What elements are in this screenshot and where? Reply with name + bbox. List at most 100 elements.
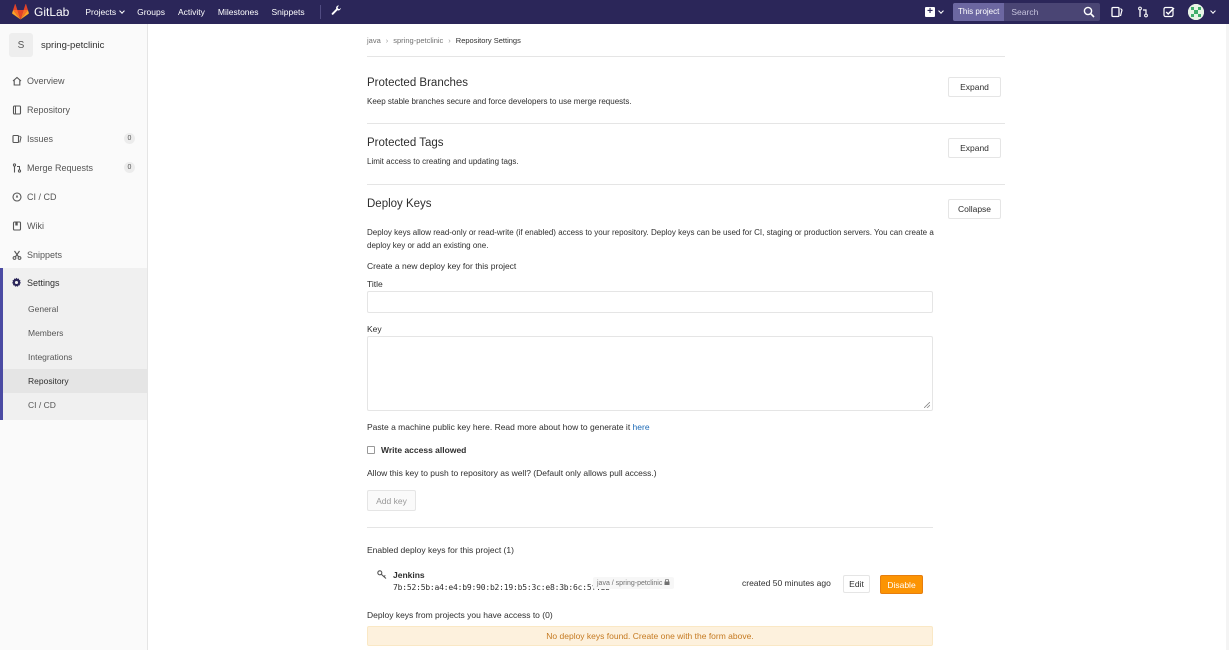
issues-count-badge: 0 (124, 133, 135, 144)
chevron-down-icon[interactable] (1210, 8, 1216, 14)
section-description: Keep stable branches secure and force de… (367, 97, 632, 106)
section-protected-tags: Protected Tags Limit access to creating … (367, 124, 1005, 185)
chevron-down-icon (938, 8, 944, 14)
main-nav-links: Projects Groups Activity Milestones Snip… (85, 7, 317, 17)
section-title: Deploy Keys (367, 198, 432, 210)
nav-divider (319, 5, 321, 19)
key-fingerprint: 7b:52:5b:a4:e4:b9:90:b2:19:b5:3c:e8:3b:6… (393, 583, 610, 592)
sidebar-item-label: Issues (27, 133, 54, 144)
divider (367, 527, 933, 528)
sidebar-item-overview[interactable]: Overview (0, 66, 147, 95)
expand-protected-tags-button[interactable]: Expand (948, 138, 1001, 158)
expand-protected-branches-button[interactable]: Expand (948, 77, 1001, 97)
section-protected-branches: Protected Branches Keep stable branches … (367, 57, 1005, 124)
generate-key-help-link[interactable]: here (633, 422, 650, 432)
key-project-badge[interactable]: java / spring-petclinic (593, 577, 675, 589)
search-input[interactable]: Search (1011, 7, 1083, 17)
sidebar-subitem-ci-cd[interactable]: CI / CD (3, 393, 147, 417)
sidebar-subitem-integrations[interactable]: Integrations (3, 345, 147, 369)
write-access-checkbox-row[interactable]: Write access allowed (367, 445, 466, 455)
search-scope-badge[interactable]: This project (953, 3, 1005, 21)
resize-handle-icon[interactable] (924, 402, 930, 408)
collapse-deploy-keys-button[interactable]: Collapse (948, 199, 1001, 219)
title-label: Title (367, 279, 383, 289)
key-created-time: created 50 minutes ago (742, 578, 831, 588)
new-dropdown[interactable]: + (925, 7, 944, 17)
sidebar-item-issues[interactable]: Issues 0 (0, 124, 147, 153)
sidebar-subitem-repository[interactable]: Repository (3, 369, 147, 393)
gitlab-logo-icon (12, 4, 29, 20)
todos-nav-icon[interactable] (1162, 5, 1176, 19)
sidebar-item-wiki[interactable]: Wiki (0, 211, 147, 240)
key-hint: Paste a machine public key here. Read mo… (367, 422, 650, 432)
nav-snippets[interactable]: Snippets (272, 7, 305, 17)
issues-nav-icon[interactable] (1110, 5, 1124, 19)
gitlab-home-link[interactable]: GitLab (12, 0, 69, 24)
merge-requests-count-badge: 0 (124, 162, 135, 173)
sidebar-item-label: Merge Requests (27, 162, 94, 173)
enabled-keys-heading: Enabled deploy keys for this project (1) (367, 545, 514, 555)
nav-groups[interactable]: Groups (137, 7, 165, 17)
write-access-checkbox[interactable] (367, 446, 375, 454)
chevron-right-icon: › (385, 35, 389, 45)
sidebar-item-label: CI / CD (27, 191, 57, 202)
sidebar-item-snippets[interactable]: Snippets (0, 240, 147, 269)
sidebar-item-label: Overview (27, 75, 65, 86)
key-icon (377, 570, 387, 581)
search-box[interactable]: This project Search (953, 3, 1100, 21)
breadcrumb-project[interactable]: spring-petclinic (393, 36, 443, 45)
sidebar-item-settings[interactable]: Settings (3, 268, 147, 297)
sidebar-subitem-general[interactable]: General (3, 297, 147, 321)
merge-requests-nav-icon[interactable] (1136, 5, 1150, 19)
sidebar-project-header[interactable]: S spring-petclinic (0, 24, 147, 66)
nav-projects-label: Projects (85, 7, 117, 17)
rocket-icon (11, 191, 22, 202)
breadcrumb-current: Repository Settings (455, 35, 521, 45)
key-label: Key (367, 324, 382, 334)
write-access-help: Allow this key to push to repository as … (367, 468, 657, 478)
gear-icon (11, 277, 22, 288)
project-avatar: S (9, 33, 33, 57)
project-name: spring-petclinic (41, 39, 105, 51)
top-navbar: GitLab Projects Groups Activity Mileston… (0, 0, 1229, 24)
breadcrumb-java[interactable]: java (367, 36, 381, 45)
nav-projects[interactable]: Projects (85, 7, 125, 17)
sidebar-item-repository[interactable]: Repository (0, 95, 147, 124)
sidebar-item-label: Settings (27, 277, 60, 288)
key-title: Jenkins (393, 570, 425, 580)
deploy-key-title-field[interactable] (367, 291, 933, 313)
chevron-right-icon: › (448, 35, 451, 45)
sidebar-subitem-members[interactable]: Members (3, 321, 147, 345)
book-icon (11, 104, 22, 115)
disable-key-button[interactable]: Disable (880, 575, 923, 594)
lock-icon (664, 578, 670, 585)
edit-key-button[interactable]: Edit (843, 575, 870, 593)
write-access-label: Write access allowed (381, 445, 467, 455)
search-icon[interactable] (1083, 6, 1095, 18)
add-key-button[interactable]: Add key (367, 490, 416, 511)
key-project-label: java / spring-petclinic (597, 580, 663, 587)
nav-activity[interactable]: Activity (178, 7, 205, 17)
nav-milestones[interactable]: Milestones (218, 7, 259, 17)
sidebar-item-ci-cd[interactable]: CI / CD (0, 182, 147, 211)
chevron-down-icon (119, 8, 125, 14)
brand-name: GitLab (34, 5, 70, 19)
section-description: Deploy keys allow read-only or read-writ… (367, 228, 934, 250)
section-deploy-keys: Deploy Keys Deploy keys allow read-only … (367, 185, 1005, 650)
sidebar-item-label: Wiki (27, 220, 44, 231)
sidebar-item-merge-requests[interactable]: Merge Requests 0 (0, 153, 147, 182)
deploy-key-row: Jenkins 7b:52:5b:a4:e4:b9:90:b2:19:b5:3c… (367, 565, 933, 597)
sidebar-item-label: Repository (27, 104, 71, 115)
accessible-keys-heading: Deploy keys from projects you have acces… (367, 610, 553, 620)
user-avatar-icon[interactable] (1188, 4, 1204, 20)
merge-request-icon (11, 162, 22, 173)
deploy-key-textarea[interactable] (367, 336, 933, 411)
key-hint-text: Paste a machine public key here. Read mo… (367, 422, 633, 432)
admin-wrench-icon[interactable] (331, 5, 341, 19)
no-deploy-keys-alert: No deploy keys found. Create one with th… (367, 626, 933, 646)
sidebar-settings-group: Settings General Members Integrations Re… (0, 268, 147, 420)
breadcrumb: java › spring-petclinic › Repository Set… (367, 24, 1005, 57)
section-description: Limit access to creating and updating ta… (367, 157, 519, 166)
project-sidebar: S spring-petclinic Overview Repository I… (0, 24, 148, 650)
plus-square-icon: + (925, 7, 935, 17)
